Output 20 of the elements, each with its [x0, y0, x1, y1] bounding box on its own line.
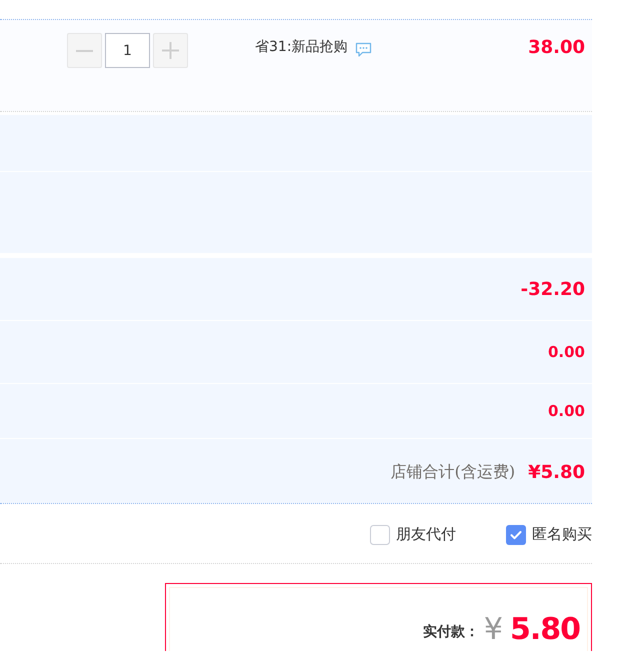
- currency-sign: ¥: [484, 615, 503, 645]
- checkbox[interactable]: [506, 524, 526, 544]
- checkbox-label[interactable]: 朋友代付: [396, 525, 456, 544]
- amount-text: -32.20: [520, 278, 585, 300]
- amount-text: 0.00: [548, 402, 585, 420]
- plus-icon: [162, 42, 179, 59]
- shop-total-amount: ¥5.80: [528, 462, 585, 482]
- decrease-button[interactable]: [67, 33, 102, 68]
- quantity-field[interactable]: 1: [105, 33, 150, 68]
- amount-text: 0.00: [548, 343, 585, 361]
- item-price: 38.00: [528, 37, 585, 58]
- chat-bubble-icon[interactable]: [354, 42, 372, 58]
- increase-button[interactable]: [153, 33, 188, 68]
- payment-amount: 5.80: [510, 615, 580, 645]
- checkbox-label[interactable]: 匿名购买: [532, 525, 592, 544]
- shop-total-label: 店铺合计(含运费): [390, 462, 516, 482]
- minus-icon: [76, 50, 93, 52]
- checkbox[interactable]: [370, 524, 390, 544]
- payment-label: 实付款：: [422, 623, 479, 641]
- promo-text: 省31:新品抢购: [255, 38, 348, 56]
